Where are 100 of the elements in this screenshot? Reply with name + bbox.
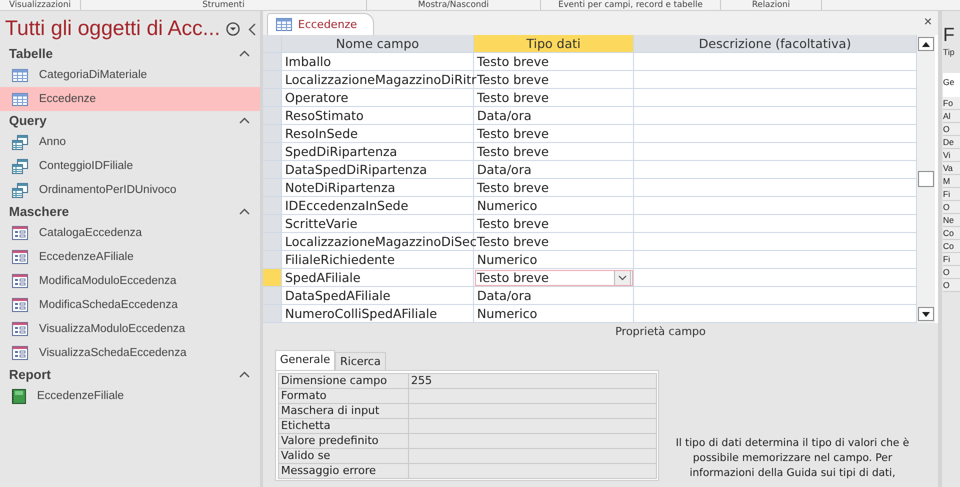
- property-value[interactable]: [408, 403, 657, 419]
- document-tab[interactable]: Eccedenze: [267, 13, 374, 35]
- row-selector[interactable]: [263, 89, 282, 107]
- navigation-item[interactable]: Eccedenze: [0, 87, 260, 111]
- column-header[interactable]: Nome campo: [282, 35, 474, 53]
- column-header[interactable]: Tipo dati: [474, 35, 634, 53]
- ribbon-group-label: Relazioni: [721, 0, 822, 10]
- collapse-pane-icon[interactable]: [248, 22, 256, 36]
- property-value[interactable]: [408, 463, 657, 479]
- navigation-item[interactable]: CatalogaEccedenza: [0, 221, 260, 245]
- section-header[interactable]: Report: [9, 367, 239, 382]
- field-name-cell: DataSpedAFiliale: [282, 287, 474, 305]
- column-header[interactable]: Descrizione (facoltativa): [634, 35, 917, 53]
- property-value[interactable]: 255: [408, 373, 657, 389]
- select-all-corner[interactable]: [263, 35, 282, 53]
- chevron-icon[interactable]: [239, 50, 250, 57]
- chevron-down-icon: [618, 274, 627, 280]
- data-type-cell: Testo breve: [474, 89, 634, 107]
- chevron-icon[interactable]: [239, 117, 250, 124]
- field-name-cell: NumeroColliSpedAFiliale: [282, 305, 474, 323]
- field-properties-title: Proprietà campo: [614, 325, 707, 338]
- property-sheet-tab[interactable]: Ge: [943, 73, 960, 97]
- property-sheet-row[interactable]: Vi: [943, 149, 960, 162]
- report-icon: [12, 388, 26, 404]
- table-icon: [12, 68, 28, 82]
- row-selector[interactable]: [263, 53, 282, 71]
- property-value[interactable]: [408, 433, 657, 449]
- data-type-cell: Numerico: [474, 197, 634, 215]
- row-selector[interactable]: [263, 143, 282, 161]
- navigation-item[interactable]: VisualizzaSchedaEccedenza: [0, 341, 260, 365]
- navigation-item[interactable]: ConteggioIDFiliale: [0, 154, 260, 178]
- row-selector[interactable]: [263, 107, 282, 125]
- ribbon-group-label: Strumenti: [81, 0, 367, 10]
- navigation-item[interactable]: CategoriaDiMateriale: [0, 63, 260, 87]
- property-sheet-title: F: [943, 25, 956, 47]
- navigation-item[interactable]: EccedenzeAFiliale: [0, 245, 260, 269]
- scroll-thumb[interactable]: [918, 171, 934, 187]
- data-type-cell: Testo breve: [474, 179, 634, 197]
- property-label: Etichetta: [278, 418, 409, 434]
- property-sheet-row[interactable]: O: [943, 279, 960, 292]
- property-sheet-row[interactable]: O: [943, 123, 960, 136]
- property-sheet-row[interactable]: De: [943, 136, 960, 149]
- row-selector[interactable]: [263, 161, 282, 179]
- dropdown-circle-icon[interactable]: [226, 22, 240, 36]
- property-sheet-row[interactable]: Fi: [943, 253, 960, 266]
- navigation-title: Tutti gli oggetti di Acc...: [5, 17, 222, 41]
- navigation-item[interactable]: Anno: [0, 130, 260, 154]
- property-sheet-row[interactable]: M: [943, 175, 960, 188]
- data-type-cell: Numerico: [474, 251, 634, 269]
- vertical-scrollbar[interactable]: [917, 35, 935, 323]
- form-icon: [12, 250, 28, 264]
- navigation-item[interactable]: OrdinamentoPerIDUnivoco: [0, 178, 260, 202]
- scroll-down-button[interactable]: [918, 307, 934, 321]
- row-selector[interactable]: [263, 287, 282, 305]
- form-icon: [12, 274, 28, 288]
- chevron-icon[interactable]: [239, 371, 250, 378]
- data-type-cell: Testo breve: [474, 143, 634, 161]
- chevron-icon[interactable]: [239, 208, 250, 215]
- property-label: Dimensione campo: [278, 373, 409, 389]
- property-sheet-row[interactable]: O: [943, 266, 960, 279]
- navigation-item[interactable]: ModificaSchedaEccedenza: [0, 293, 260, 317]
- property-sheet-row[interactable]: Co: [943, 240, 960, 253]
- property-sheet-row[interactable]: Fi: [943, 188, 960, 201]
- navigation-item[interactable]: EccedenzeFiliale: [0, 384, 260, 408]
- property-sheet-row[interactable]: Co: [943, 227, 960, 240]
- property-value[interactable]: [408, 388, 657, 404]
- row-selector[interactable]: [263, 215, 282, 233]
- property-value[interactable]: [408, 448, 657, 464]
- close-button[interactable]: ×: [924, 13, 932, 29]
- query-icon: [12, 134, 28, 150]
- form-icon: [12, 298, 28, 312]
- property-tab[interactable]: Ricerca: [335, 352, 386, 370]
- row-selector[interactable]: [263, 269, 282, 287]
- section-header[interactable]: Query: [9, 113, 239, 128]
- form-icon: [12, 226, 28, 240]
- row-selector[interactable]: [263, 125, 282, 143]
- row-selector[interactable]: [263, 251, 282, 269]
- property-sheet-row[interactable]: Va: [943, 162, 960, 175]
- row-selector[interactable]: [263, 179, 282, 197]
- row-selector[interactable]: [263, 71, 282, 89]
- navigation-item[interactable]: ModificaModuloEccedenza: [0, 269, 260, 293]
- property-sheet-row[interactable]: Fo: [943, 97, 960, 110]
- navigation-item[interactable]: VisualizzaModuloEccedenza: [0, 317, 260, 341]
- field-name-cell: ScritteVarie: [282, 215, 474, 233]
- section-header[interactable]: Maschere: [9, 204, 239, 219]
- property-sheet-row[interactable]: Ne: [943, 214, 960, 227]
- scroll-up-button[interactable]: [918, 37, 934, 51]
- section-header[interactable]: Tabelle: [9, 46, 239, 61]
- field-name-cell: Imballo: [282, 53, 474, 71]
- property-value[interactable]: [408, 418, 657, 434]
- data-type-cell: Testo breve: [474, 53, 634, 71]
- row-selector[interactable]: [263, 305, 282, 323]
- table-icon: [12, 92, 28, 106]
- property-sheet-row[interactable]: O: [943, 201, 960, 214]
- row-selector[interactable]: [263, 197, 282, 215]
- data-type-cell: Data/ora: [474, 287, 634, 305]
- property-sheet-row[interactable]: Al: [943, 110, 960, 123]
- row-selector[interactable]: [263, 233, 282, 251]
- dropdown-button[interactable]: [614, 270, 631, 286]
- property-tab[interactable]: Generale: [275, 350, 336, 370]
